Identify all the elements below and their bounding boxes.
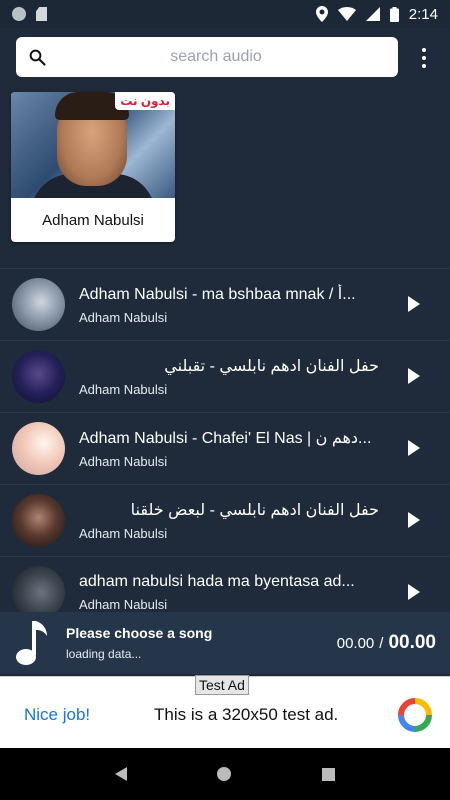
overflow-menu-icon[interactable] [416,46,432,70]
song-item[interactable]: Adham Nabulsi - ma bshbaa mnak / أ... Ad… [0,268,450,340]
player-status: loading data... [66,647,142,661]
player-time: 00.00 / 00.00 [337,632,436,654]
play-icon[interactable] [408,512,420,528]
artist-name: Adham Nabulsi [42,211,144,229]
artist-photo: بدون نت [11,92,175,198]
search-icon [29,49,46,66]
ad-banner[interactable]: Test Ad Nice job! This is a 320x50 test … [0,675,450,748]
song-thumbnail [12,566,65,612]
play-icon[interactable] [408,368,420,384]
song-list[interactable]: Adham Nabulsi - ma bshbaa mnak / أ... Ad… [0,268,450,612]
home-icon[interactable] [217,767,232,781]
location-icon [315,6,328,22]
recents-icon[interactable] [321,767,335,781]
song-artist: Adham Nabulsi [79,310,168,325]
song-thumbnail [12,422,65,475]
song-artist: Adham Nabulsi [79,382,168,397]
music-note-icon [16,621,47,665]
song-thumbnail [12,350,65,403]
song-artist: Adham Nabulsi [79,454,168,469]
search-input[interactable] [46,48,386,66]
signal-icon [365,7,380,21]
song-title: حفل الفنان ادهم نابلسي - لبعض خلقنا [130,502,379,519]
play-icon[interactable] [408,296,420,312]
song-title: adham nabulsi hada ma byentasa ad... [79,573,355,590]
player-bar[interactable]: Please choose a song loading data... 00.… [0,612,450,674]
song-item[interactable]: Adham Nabulsi - Chafei' El Nas | دهم ن..… [0,412,450,484]
song-title: حفل الفنان ادهم نابلسي - تقبلني [164,358,379,375]
player-title: Please choose a song [66,625,213,641]
play-icon[interactable] [408,440,420,456]
battery-icon [389,6,399,22]
ad-label: Test Ad [195,675,249,695]
status-time: 2:14 [408,5,438,23]
ad-nice-text[interactable]: Nice job! [24,705,90,725]
song-item[interactable]: حفل الفنان ادهم نابلسي - لبعض خلقنا Adha… [0,484,450,556]
back-icon[interactable] [115,767,128,781]
sd-card-icon [36,7,47,21]
system-nav-bar [0,748,450,800]
time-separator: / [379,635,384,652]
time-total: 00.00 [388,632,436,653]
search-bar[interactable] [16,37,398,77]
play-icon[interactable] [408,584,420,600]
ad-logo-icon [398,698,432,732]
offline-badge: بدون نت [115,92,175,110]
song-item[interactable]: adham nabulsi hada ma byentasa ad... Adh… [0,556,450,612]
song-title: Adham Nabulsi - ma bshbaa mnak / أ... [79,286,356,303]
song-item[interactable]: حفل الفنان ادهم نابلسي - تقبلني Adham Na… [0,340,450,412]
song-thumbnail [12,278,65,331]
song-title: Adham Nabulsi - Chafei' El Nas | دهم ن..… [79,430,372,447]
wifi-icon [337,7,356,21]
artist-card[interactable]: بدون نت Adham Nabulsi [11,92,175,242]
song-thumbnail [12,494,65,547]
notification-dot-icon [12,7,26,21]
time-current: 00.00 [336,635,375,652]
status-bar: 2:14 [0,0,450,28]
ad-text[interactable]: This is a 320x50 test ad. [154,705,338,725]
song-artist: Adham Nabulsi [79,597,168,612]
song-artist: Adham Nabulsi [79,526,168,541]
